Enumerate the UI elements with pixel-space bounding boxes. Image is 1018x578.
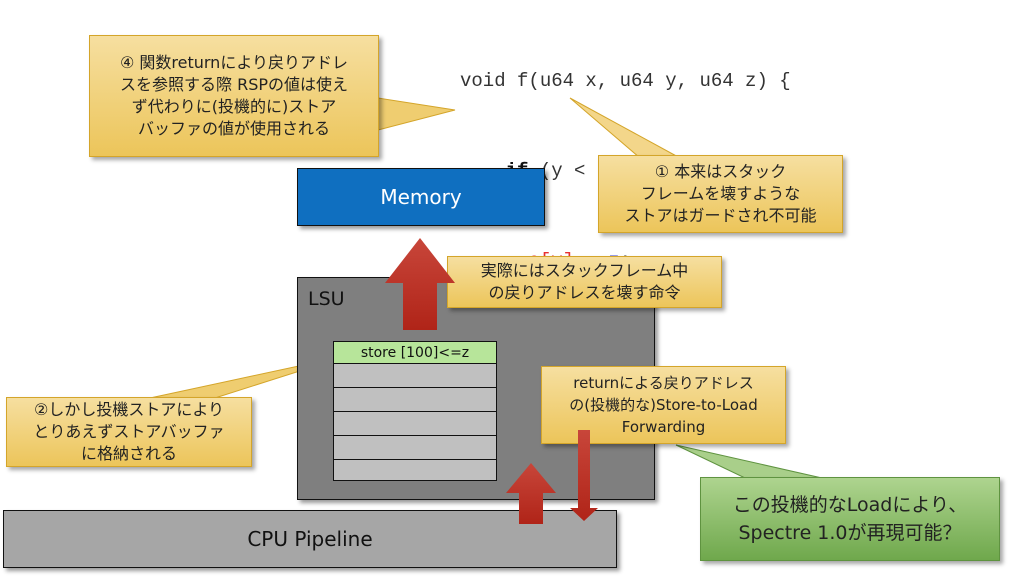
up-arrow-pipeline (506, 463, 556, 524)
arrows-layer (385, 238, 598, 524)
down-arrow-forwarding (570, 430, 598, 521)
up-arrow-memory (385, 238, 455, 330)
